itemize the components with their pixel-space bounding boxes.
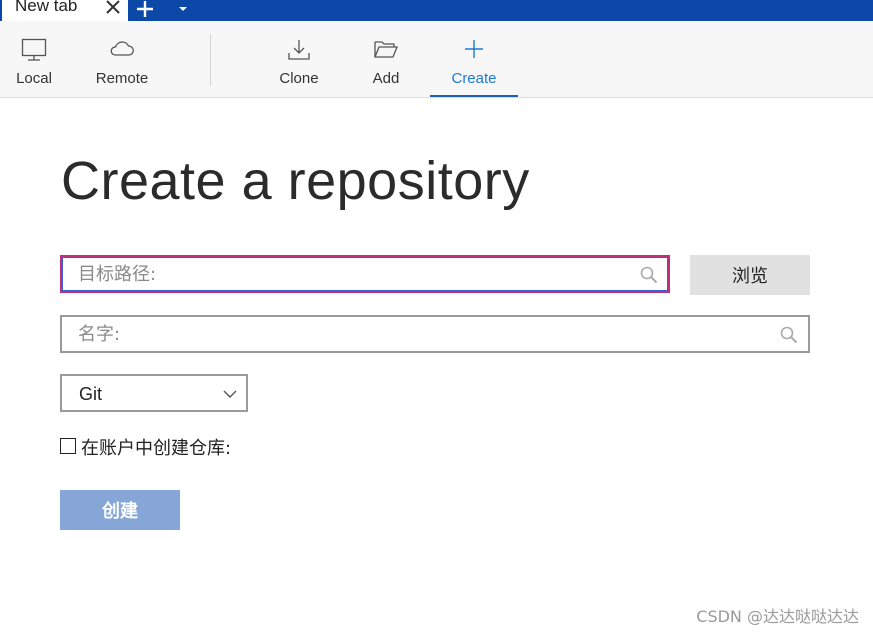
toolbar-local-button[interactable]: Local [4,21,64,97]
search-icon [780,326,798,344]
path-field[interactable] [60,255,670,293]
download-icon [288,40,310,60]
browse-button[interactable]: 浏览 [690,255,810,295]
plus-icon [465,40,483,58]
toolbar-divider [210,34,211,86]
chevron-down-icon[interactable] [176,2,190,16]
folder-open-icon [374,41,398,58]
toolbar-label: Remote [95,70,149,87]
search-icon [640,266,658,284]
name-field[interactable] [60,315,810,353]
add-tab-icon[interactable] [135,0,155,19]
chevron-down-icon [223,390,237,398]
toolbar-label: Add [372,70,400,87]
account-checkbox[interactable] [60,438,76,454]
tab-new-tab[interactable]: New tab [0,0,128,21]
name-input[interactable] [78,317,768,351]
toolbar-label: Create [451,70,497,87]
tab-bar: New tab [0,0,873,21]
page-title: Create a repository [61,151,530,211]
vcs-select-value: Git [79,384,103,404]
toolbar-clone-button[interactable]: Clone [270,21,328,97]
path-input[interactable] [78,257,628,291]
vcs-select[interactable]: Git [60,374,248,412]
monitor-icon [21,38,47,61]
watermark: CSDN @达达哒哒达达 [696,607,859,626]
account-checkbox-label: 在账户中创建仓库: [81,438,232,459]
close-icon[interactable] [104,0,122,16]
toolbar: Local Remote Clone Add Create [0,21,873,98]
toolbar-create-button[interactable]: Create [430,21,518,97]
toolbar-label: Clone [279,70,319,87]
create-button[interactable]: 创建 [60,490,180,530]
cloud-icon [110,41,134,56]
tab-label: New tab [15,0,78,15]
toolbar-add-button[interactable]: Add [356,21,416,97]
toolbar-label: Local [16,70,52,87]
toolbar-remote-button[interactable]: Remote [88,21,156,97]
